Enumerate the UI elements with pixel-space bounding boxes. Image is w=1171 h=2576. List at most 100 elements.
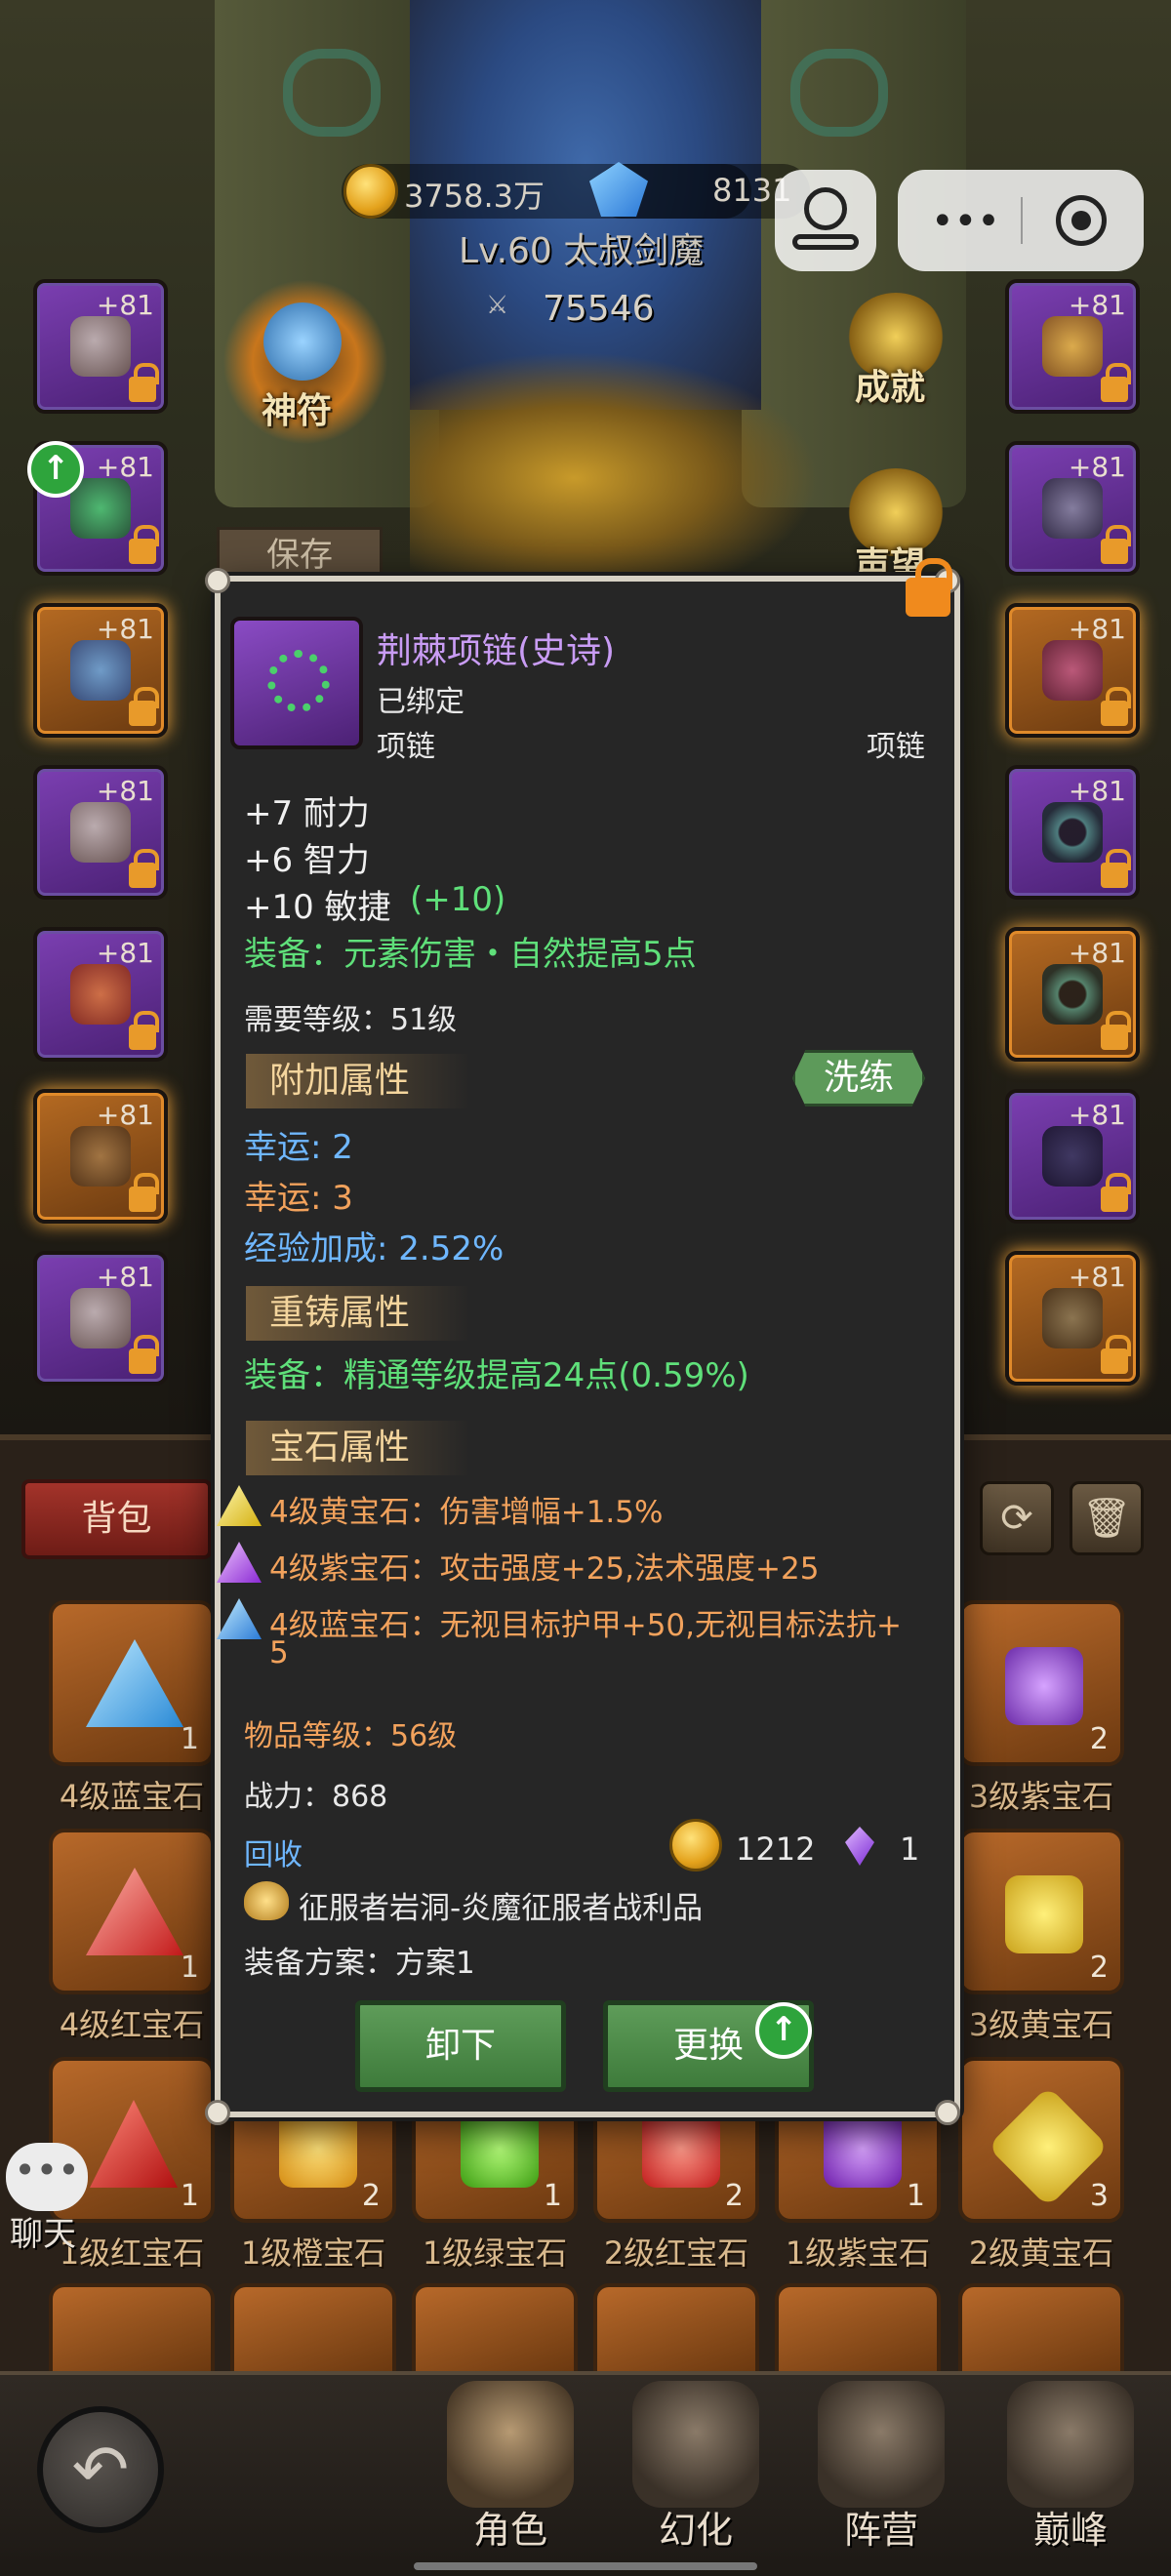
- slot-level: +81: [96, 289, 154, 321]
- required-level: 需要等级：51级: [244, 1003, 458, 1037]
- lock-icon: [1101, 687, 1131, 726]
- lock-icon[interactable]: [906, 558, 952, 617]
- inventory-item[interactable]: [230, 2283, 396, 2371]
- chat-bubble-icon: •••: [14, 2149, 80, 2192]
- item-name: 1级橙宝石: [240, 2234, 386, 2272]
- equip-slot-ring-1[interactable]: +81: [1005, 765, 1140, 900]
- equip-slot-cloak[interactable]: +81: [33, 927, 168, 1062]
- equip-slot-trinket-1[interactable]: +81: [1005, 1089, 1140, 1224]
- slot-level: +81: [96, 1099, 154, 1131]
- necklace-icon: [70, 478, 131, 539]
- close-miniprogram-icon[interactable]: [1056, 195, 1107, 246]
- stat-line: +6 智力: [244, 841, 370, 880]
- gem-line: 4级黄宝石：伤害增幅+1.5%: [269, 1495, 664, 1530]
- home-indicator: [414, 2562, 757, 2570]
- slot-level: +81: [1068, 775, 1126, 807]
- nav-faction[interactable]: 阵营: [798, 2381, 964, 2556]
- extra-attr: 幸运: 3: [244, 1179, 353, 1218]
- equip-slot-helmet[interactable]: +81: [33, 279, 168, 414]
- slot-level: +81: [96, 775, 154, 807]
- inventory-item[interactable]: 2: [958, 1600, 1124, 1766]
- equip-effect: 装备：元素伤害・自然提高5点: [244, 935, 697, 974]
- purple-gem-icon: [824, 2110, 902, 2188]
- slot-level: +81: [1068, 1261, 1126, 1293]
- slot-level: +81: [1068, 289, 1126, 321]
- stat-line: +7 耐力: [244, 794, 370, 833]
- lock-icon: [1101, 1173, 1131, 1212]
- capsule-divider: [1021, 197, 1023, 244]
- lock-icon: [1101, 525, 1131, 564]
- inventory-item[interactable]: [49, 2283, 215, 2371]
- item-name: 荆棘项链(史诗): [377, 631, 616, 671]
- corner-rivet: [205, 568, 230, 593]
- equip-slot-boots[interactable]: +81: [1005, 441, 1140, 576]
- equip-slot-gloves[interactable]: +81: [33, 1251, 168, 1386]
- nav-label: 幻化: [658, 2509, 733, 2552]
- equip-slot-trinket-2[interactable]: +81: [1005, 1251, 1140, 1386]
- equip-slot-chest[interactable]: +81: [33, 765, 168, 900]
- slot-level: +81: [96, 1261, 154, 1293]
- lock-icon: [129, 363, 159, 402]
- sort-button[interactable]: ⟳: [980, 1481, 1054, 1555]
- tab-backpack[interactable]: 背包: [21, 1479, 212, 1559]
- item-level: 物品等级：56级: [244, 1719, 458, 1753]
- wings-emblem-icon: [1007, 2381, 1134, 2508]
- unequip-button[interactable]: 卸下: [355, 2000, 566, 2092]
- nav-label: 巅峰: [1032, 2509, 1108, 2552]
- gem-line: 4级蓝宝石：无视目标护甲+50,无视目标法抗+: [269, 1608, 902, 1643]
- slot-level: +81: [1068, 1099, 1126, 1131]
- more-icon[interactable]: •••: [931, 199, 1000, 244]
- stat-bonus: (+10): [410, 880, 506, 919]
- item-count: 2: [724, 2179, 744, 2213]
- back-button[interactable]: ↶: [37, 2406, 164, 2533]
- recast-effect: 装备：精通等级提高24点(0.59%): [244, 1356, 749, 1395]
- rune-label: 神符: [262, 391, 333, 431]
- achievement-label: 成就: [855, 368, 926, 408]
- upgrade-arrow-icon: ↑: [27, 441, 84, 498]
- chat-label: 聊天: [10, 2215, 76, 2254]
- inventory-item[interactable]: 2: [958, 1829, 1124, 1994]
- item-count: 3: [1089, 2179, 1109, 2213]
- item-count: 2: [1089, 1722, 1109, 1756]
- inventory-item[interactable]: 1: [49, 1600, 215, 1766]
- equip-slot-legs[interactable]: +81: [1005, 603, 1140, 738]
- equip-slot-ring-2[interactable]: +81: [1005, 927, 1140, 1062]
- nav-transmog[interactable]: 幻化: [613, 2381, 779, 2556]
- trinket-icon: [1042, 1126, 1103, 1187]
- equip-slot-weapon[interactable]: +81: [1005, 279, 1140, 414]
- equip-slot-shoulder[interactable]: +81: [33, 603, 168, 738]
- recycle-link[interactable]: 回收: [244, 1831, 303, 1873]
- chat-button[interactable]: •••: [6, 2143, 88, 2211]
- nav-peak[interactable]: 巅峰: [988, 2381, 1153, 2556]
- equip-slot-wrist[interactable]: +81: [33, 1089, 168, 1224]
- gem-line-cont: 5: [269, 1635, 289, 1670]
- inventory-item[interactable]: [775, 2283, 941, 2371]
- inventory-item[interactable]: [593, 2283, 759, 2371]
- item-slot: 项链: [377, 730, 435, 764]
- inventory-item[interactable]: 3: [958, 2057, 1124, 2223]
- weapon-icon: [1042, 316, 1103, 377]
- inventory-item[interactable]: [412, 2283, 578, 2371]
- refine-button[interactable]: 洗练: [792, 1050, 925, 1107]
- lock-icon: [1101, 1011, 1131, 1050]
- joystick-base: [792, 234, 859, 250]
- recycle-gold: 1212: [736, 1831, 816, 1868]
- item-name: 2级黄宝石: [968, 2234, 1114, 2272]
- lock-icon: [129, 525, 159, 564]
- inventory-item[interactable]: 1: [49, 1829, 215, 1994]
- inventory-item[interactable]: [958, 2283, 1124, 2371]
- power-value: 75546: [543, 289, 655, 329]
- rune-icon: [263, 302, 342, 381]
- helmet-icon: [447, 2381, 574, 2508]
- yellow-gem-icon: [1005, 1875, 1083, 1953]
- upgrade-arrow-icon: ↑: [755, 2002, 812, 2059]
- stat-line: +10 敏捷: [244, 888, 391, 927]
- delete-button[interactable]: 🗑: [1070, 1481, 1144, 1555]
- item-name: 3级黄宝石: [968, 2006, 1114, 2043]
- joystick-button[interactable]: [775, 170, 876, 271]
- tower-icon: [818, 2381, 945, 2508]
- nav-character[interactable]: 角色: [427, 2381, 593, 2556]
- glyph-icon: [283, 49, 381, 137]
- chest-icon: [70, 802, 131, 863]
- gem-title: 宝石属性: [246, 1421, 470, 1475]
